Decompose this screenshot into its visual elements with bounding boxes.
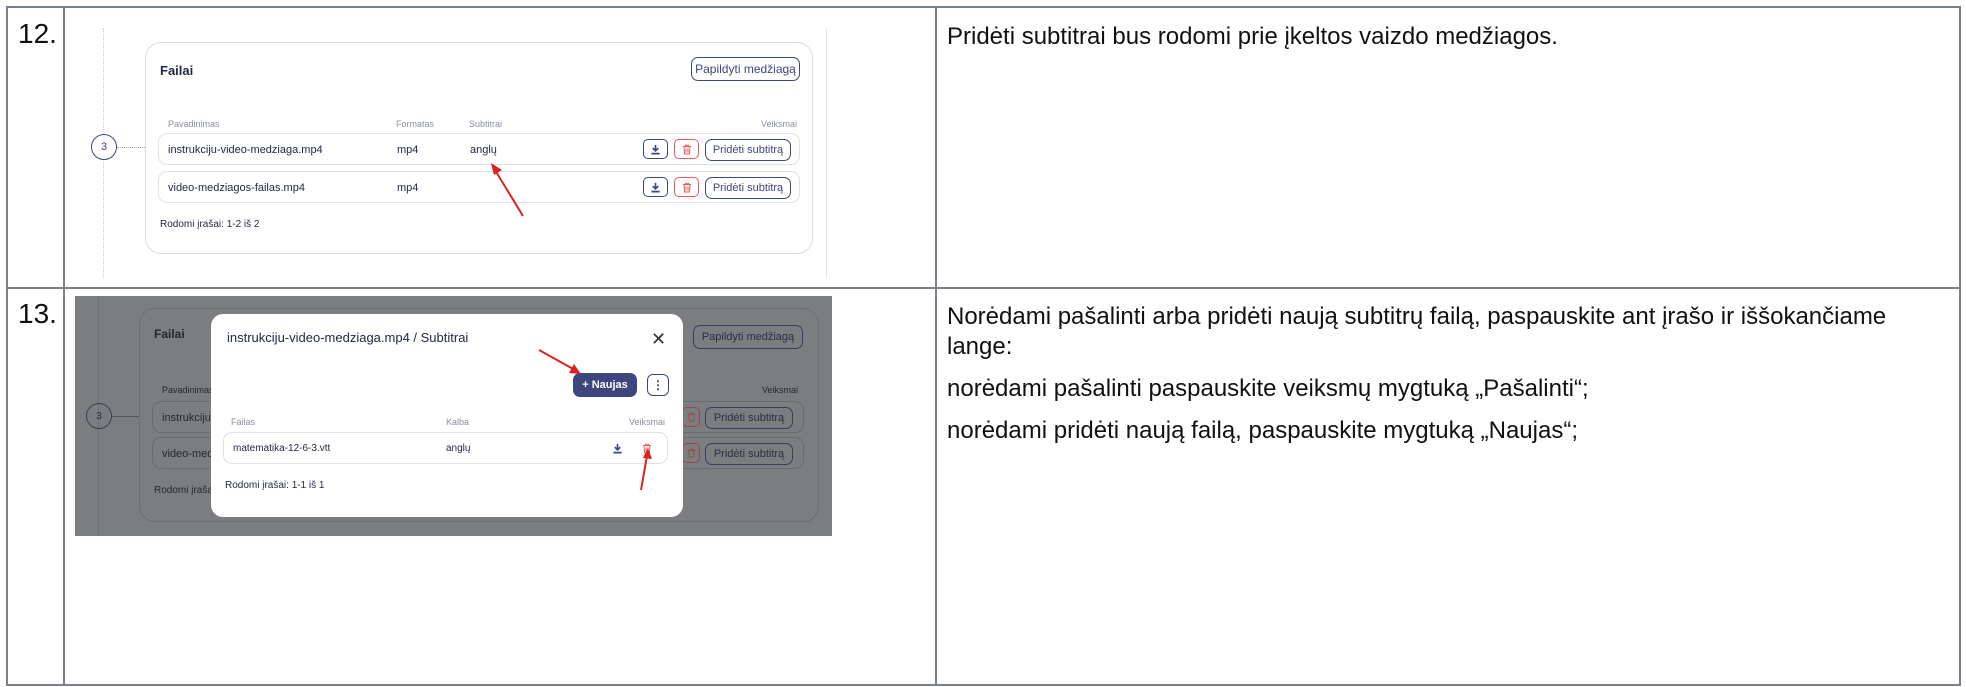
description-text: norėdami pašalinti paspauskite veiksmų m… [947,375,1589,402]
screenshot-subtitles-modal: 3 Failai Papildyti medžiagą Pavadinimas … [75,296,832,536]
trash-icon [687,412,695,422]
subtitle-language: anglų [446,443,471,454]
step-indicator: 3 [86,403,112,429]
table-row[interactable]: video-medziagos-failas.mp4 mp4 Pridėti s… [158,171,800,203]
delete-button[interactable] [674,177,699,197]
column-header-actions: Veiksmai [629,417,666,427]
file-format: mp4 [397,182,419,194]
column-header-actions: Veiksmai [762,385,799,395]
file-name: video-medziagos-failas.mp4 [168,182,305,194]
description-text: Norėdami pašalinti arba pridėti naują su… [947,303,1887,360]
step-description: Norėdami pašalinti arba pridėti naują su… [947,302,1942,458]
step-connector [117,147,145,148]
column-divider [935,6,937,686]
add-subtitle-button[interactable]: Pridėti subtitrą [705,177,791,199]
arrow-annotation [491,163,524,217]
row-number: 12. [18,18,57,49]
arrow-annotation [640,448,652,491]
file-name: instrukciju-video-medziaga.mp4 [168,144,323,156]
step-indicator: 3 [91,134,117,160]
records-counter: Rodomi įrašai: 1-1 iš 1 [225,480,325,491]
row-number: 13. [18,298,57,329]
subtitles-modal: instrukciju-video-medziaga.mp4 / Subtitr… [211,314,683,517]
delete-button[interactable] [674,139,699,159]
column-header-language: Kalba [446,417,470,427]
file-format: mp4 [397,144,419,156]
column-header-file: Failas [231,417,256,427]
file-subtitles: anglų [470,144,497,156]
arrow-annotation [538,349,581,374]
row-divider [6,287,1961,289]
column-divider [63,6,65,686]
download-button[interactable] [643,139,668,159]
trash-icon [682,144,691,154]
add-subtitle-button[interactable]: Pridėti subtitrą [705,443,793,465]
column-header-name: Pavadinimas [168,119,220,129]
delete-button[interactable] [682,443,700,463]
table-row[interactable]: instrukciju-video-medziaga.mp4 mp4 anglų… [158,133,800,165]
description-text: Pridėti subtitrai bus rodomi prie įkelto… [947,23,1558,50]
column-header-actions: Veiksmai [761,119,798,129]
column-header-format: Formatas [396,119,435,129]
table-row[interactable]: matematika-12-6-3.vtt anglų [223,432,668,464]
more-vertical-icon[interactable]: ⋮ [647,374,669,396]
add-subtitle-button[interactable]: Pridėti subtitrą [705,407,793,429]
files-card: Failai Papildyti medžiagą Pavadinimas Fo… [145,42,813,254]
description-text: norėdami pridėti naują failą, paspauskit… [947,417,1578,444]
records-counter: Rodomi įrašai: [154,485,218,496]
column-header-subtitles: Subtitrai [469,119,503,129]
trash-icon [682,182,691,192]
panel-divider [826,28,827,278]
download-icon [651,144,660,154]
close-icon[interactable]: ✕ [651,329,666,350]
download-icon [651,182,660,192]
add-material-button[interactable]: Papildyti medžiagą [693,325,803,349]
download-icon[interactable] [612,443,623,454]
step-connector [112,416,140,417]
add-subtitle-button[interactable]: Pridėti subtitrą [705,139,791,161]
delete-button[interactable] [682,407,700,427]
download-button[interactable] [643,177,668,197]
subtitle-file-name: matematika-12-6-3.vtt [233,443,331,454]
add-material-button[interactable]: Papildyti medžiagą [691,57,800,81]
column-header-name: Pavadinimas [162,385,214,395]
card-title: Failai [160,63,194,78]
screenshot-files-list: 3 Failai Papildyti medžiagą Pavadinimas … [75,8,935,284]
card-title: Failai [154,327,185,341]
records-counter: Rodomi įrašai: 1-2 iš 2 [160,219,260,230]
trash-icon [687,448,695,458]
modal-title: instrukciju-video-medziaga.mp4 / Subtitr… [227,330,469,345]
step-description: Pridėti subtitrai bus rodomi prie įkelto… [947,22,1942,64]
